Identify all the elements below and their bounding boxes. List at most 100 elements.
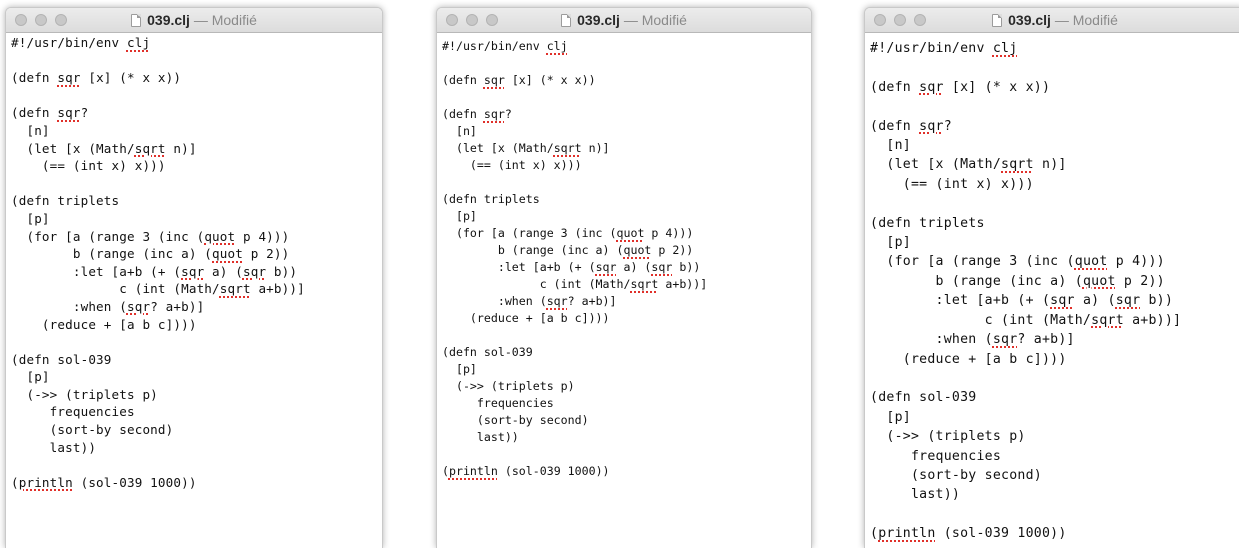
file-name: 039.clj <box>1008 12 1051 28</box>
code-line: (defn sqr? <box>870 118 952 134</box>
editor-window-2[interactable]: 039.clj — Modifié #!/usr/bin/env clj (de… <box>436 7 812 548</box>
spellcheck-flagged-word: sqr <box>1050 293 1075 309</box>
title-bar[interactable]: 039.clj — Modifié <box>437 8 811 33</box>
code-line: (->> (triplets p) <box>11 386 158 402</box>
spellcheck-flagged-word: sqrt <box>134 140 166 156</box>
modified-status: Modifié <box>211 12 257 28</box>
code-line: (println (sol-039 1000)) <box>870 526 1067 542</box>
code-line: (->> (triplets p) <box>442 379 575 393</box>
code-line: c (int (Math/sqrt a+b))] <box>442 277 708 291</box>
spellcheck-flagged-word: println <box>448 464 498 478</box>
code-line: [p] <box>11 369 50 385</box>
document-icon <box>131 14 142 27</box>
code-line: (defn triplets <box>11 193 120 209</box>
modified-status: Modifié <box>1072 12 1118 28</box>
code-line: (== (int x) x))) <box>442 158 582 172</box>
code-line: #!/usr/bin/env clj <box>870 41 1018 56</box>
code-line: (for [a (range 3 (inc (quot p 4))) <box>442 226 694 240</box>
document-icon <box>561 14 572 27</box>
spellcheck-flagged-word: sqr <box>242 263 267 279</box>
code-line: b (range (inc a) (quot p 2)) <box>442 243 694 257</box>
spellcheck-flagged-word: sqr <box>1115 293 1141 309</box>
spellcheck-flagged-word: sqrt <box>1091 312 1124 328</box>
code-line: (reduce + [a b c]))) <box>442 311 610 325</box>
spellcheck-flagged-word: println <box>878 526 936 542</box>
code-line: last)) <box>11 439 97 455</box>
title-separator: — <box>619 12 642 28</box>
file-name: 039.clj <box>577 12 620 28</box>
spellcheck-flagged-word: sqrt <box>630 277 659 291</box>
code-line: (defn triplets <box>870 215 985 231</box>
code-line: (sort-by second) <box>442 413 589 427</box>
code-line: :let [a+b (+ (sqr a) (sqr b)) <box>11 263 298 279</box>
code-line: (== (int x) x))) <box>11 158 166 174</box>
spellcheck-flagged-word: quot <box>623 243 652 257</box>
editor-window-1[interactable]: 039.clj — Modifié #!/usr/bin/env clj (de… <box>5 7 383 548</box>
title-bar[interactable]: 039.clj — Modifié <box>6 8 382 33</box>
spellcheck-flagged-word: quot <box>1082 273 1116 289</box>
code-line: [n] <box>442 124 477 138</box>
spellcheck-flagged-word: sqrt <box>553 141 582 155</box>
code-line: [p] <box>870 235 911 251</box>
code-line: (defn sol-039 <box>870 390 977 406</box>
spellcheck-flagged-word: quot <box>1074 254 1108 270</box>
code-line: (for [a (range 3 (inc (quot p 4))) <box>11 228 290 244</box>
spellcheck-flagged-word: sqr <box>57 105 81 121</box>
code-line: :let [a+b (+ (sqr a) (sqr b)) <box>442 260 701 274</box>
document-icon <box>992 14 1003 27</box>
code-line: (println (sol-039 1000)) <box>442 464 610 478</box>
code-line: #!/usr/bin/env clj <box>442 39 568 53</box>
code-line: (->> (triplets p) <box>870 429 1026 445</box>
spellcheck-flagged-word: clj <box>546 39 568 53</box>
code-line: last)) <box>870 487 961 503</box>
spellcheck-flagged-word: sqr <box>483 107 505 121</box>
code-line: b (range (inc a) (quot p 2)) <box>870 273 1165 289</box>
code-line: (defn triplets <box>442 192 540 206</box>
spellcheck-flagged-word: sqr <box>181 263 205 279</box>
spellcheck-flagged-word: sqr <box>483 73 505 87</box>
spellcheck-flagged-word: clj <box>992 41 1018 56</box>
code-line: (defn sqr? <box>11 105 89 121</box>
code-line: frequencies <box>870 448 1002 464</box>
code-line: :when (sqr? a+b)] <box>442 294 617 308</box>
file-name: 039.clj <box>147 12 190 28</box>
code-line: (let [x (Math/sqrt n)] <box>870 157 1067 173</box>
code-line: [p] <box>442 209 477 223</box>
spellcheck-flagged-word: quot <box>616 226 645 240</box>
window-title: 039.clj — Modifié <box>865 11 1239 29</box>
spellcheck-flagged-word: quot <box>204 228 236 244</box>
code-line: (reduce + [a b c]))) <box>11 316 197 332</box>
window-title: 039.clj — Modifié <box>437 11 811 29</box>
spellcheck-flagged-word: sqrt <box>1001 157 1034 173</box>
code-line: (defn sol-039 <box>11 351 112 367</box>
code-line: frequencies <box>11 404 135 420</box>
code-line: c (int (Math/sqrt a+b))] <box>870 312 1182 328</box>
editor-window-3[interactable]: 039.clj — Modifié #!/usr/bin/env clj (de… <box>864 7 1239 548</box>
code-line: (defn sol-039 <box>442 345 533 359</box>
spellcheck-flagged-word: sqr <box>595 260 617 274</box>
spellcheck-flagged-word: sqr <box>919 118 944 134</box>
title-bar[interactable]: 039.clj — Modifié <box>865 8 1239 33</box>
spellcheck-flagged-word: sqr <box>651 260 673 274</box>
code-line: last)) <box>442 430 519 444</box>
spellcheck-flagged-word: sqr <box>992 332 1018 348</box>
spellcheck-flagged-word: println <box>18 474 73 490</box>
code-line: (defn sqr [x] (* x x)) <box>870 79 1051 95</box>
code-line: (== (int x) x))) <box>870 176 1034 192</box>
code-line: c (int (Math/sqrt a+b))] <box>11 281 305 297</box>
code-line: :when (sqr? a+b)] <box>11 298 205 314</box>
code-editor[interactable]: #!/usr/bin/env clj (defn sqr [x] (* x x)… <box>865 33 1239 544</box>
spellcheck-flagged-word: sqr <box>57 70 81 86</box>
title-separator: — <box>189 12 212 28</box>
spellcheck-flagged-word: sqr <box>546 294 568 308</box>
code-editor[interactable]: #!/usr/bin/env clj (defn sqr [x] (* x x)… <box>437 33 811 480</box>
code-line: [p] <box>870 409 911 425</box>
spellcheck-flagged-word: quot <box>212 246 243 262</box>
code-editor[interactable]: #!/usr/bin/env clj (defn sqr [x] (* x x)… <box>6 33 382 491</box>
code-line: (sort-by second) <box>870 467 1042 483</box>
modified-status: Modifié <box>641 12 687 28</box>
title-separator: — <box>1050 12 1073 28</box>
code-line: (defn sqr [x] (* x x)) <box>442 73 596 87</box>
code-line: [p] <box>442 362 477 376</box>
code-line: :let [a+b (+ (sqr a) (sqr b)) <box>870 293 1174 309</box>
